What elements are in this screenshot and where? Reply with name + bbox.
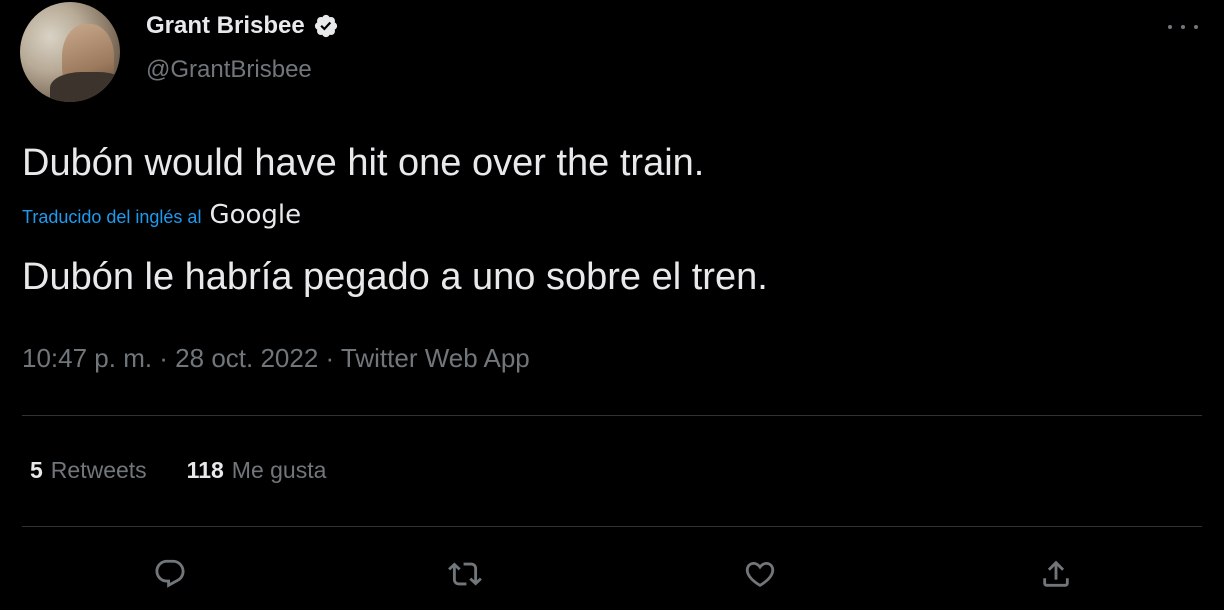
retweet-button[interactable] bbox=[443, 552, 487, 596]
more-options-icon[interactable] bbox=[1168, 22, 1198, 32]
translation-attribution: Traducido del inglés al Google bbox=[22, 200, 301, 230]
retweets-label: Retweets bbox=[50, 457, 147, 483]
translation-label[interactable]: Traducido del inglés al bbox=[22, 207, 201, 228]
likes-label: Me gusta bbox=[231, 457, 327, 483]
avatar[interactable] bbox=[20, 2, 120, 102]
likes-stat[interactable]: 118 Me gusta bbox=[187, 457, 327, 484]
author-handle[interactable]: @GrantBrisbee bbox=[146, 56, 312, 84]
translated-text: Dubón le habría pegado a uno sobre el tr… bbox=[22, 256, 768, 298]
verified-badge-icon bbox=[314, 14, 337, 38]
retweets-count: 5 bbox=[30, 457, 43, 483]
tweet-actions bbox=[0, 552, 1224, 596]
tweet-text: Dubón would have hit one over the train. bbox=[22, 142, 705, 184]
like-button[interactable] bbox=[738, 552, 782, 596]
reply-icon bbox=[155, 559, 185, 588]
tweet-meta: 10:47 p. m. · 28 oct. 2022 · Twitter Web… bbox=[22, 343, 530, 373]
divider bbox=[22, 415, 1202, 416]
retweet-icon bbox=[448, 562, 482, 586]
retweets-stat[interactable]: 5 Retweets bbox=[30, 457, 147, 484]
share-button[interactable] bbox=[1034, 552, 1078, 596]
google-logo: Google bbox=[209, 200, 302, 230]
heart-icon bbox=[745, 561, 775, 587]
avatar-shirt bbox=[50, 72, 120, 102]
share-icon bbox=[1043, 560, 1069, 587]
divider bbox=[22, 526, 1202, 527]
reply-button[interactable] bbox=[148, 552, 192, 596]
engagement-stats: 5 Retweets 118 Me gusta bbox=[30, 457, 326, 484]
author-display-name[interactable]: Grant Brisbee bbox=[146, 12, 305, 40]
likes-count: 118 bbox=[186, 457, 224, 483]
author-name-row: Grant Brisbee bbox=[146, 12, 339, 40]
